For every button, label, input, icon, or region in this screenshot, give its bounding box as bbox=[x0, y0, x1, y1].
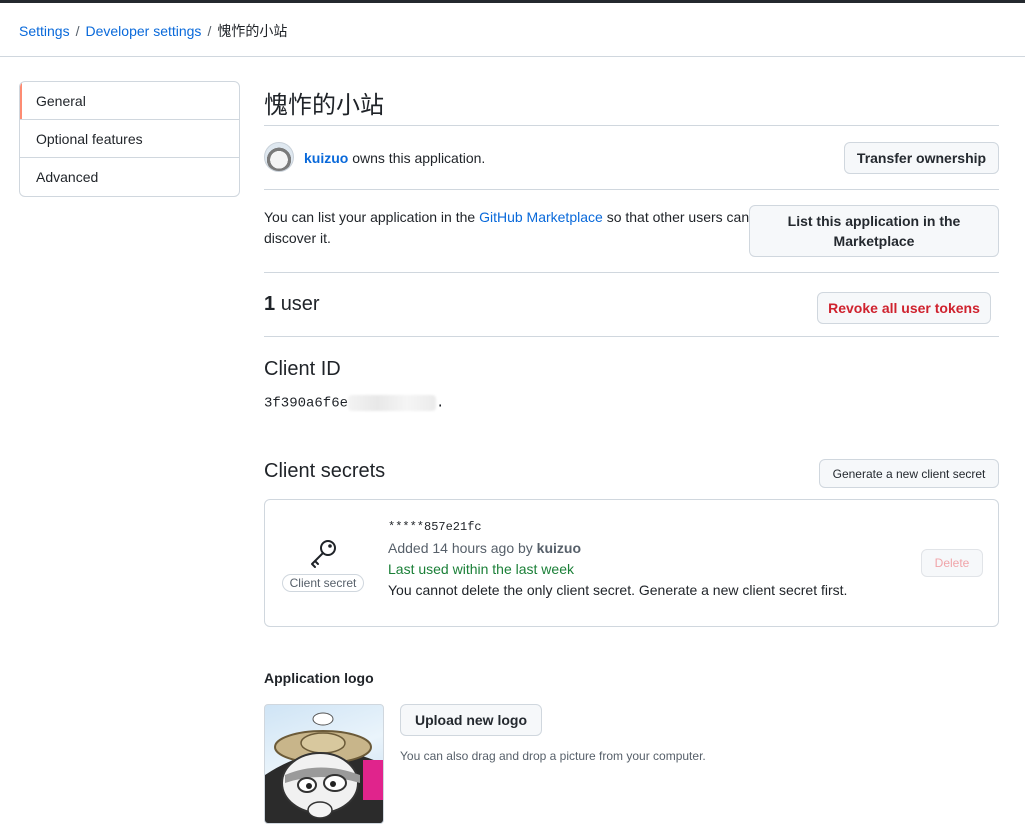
divider bbox=[264, 336, 999, 337]
client-id-value: 3f390a6f6e. bbox=[264, 395, 444, 412]
secret-added-user: kuizuo bbox=[536, 540, 582, 556]
redacted-area bbox=[348, 395, 437, 411]
top-border bbox=[0, 0, 1025, 3]
breadcrumb-developer-settings-link[interactable]: Developer settings bbox=[85, 23, 201, 39]
divider bbox=[264, 189, 999, 190]
header-divider bbox=[0, 56, 1025, 57]
client-secrets-heading: Client secrets bbox=[264, 460, 386, 482]
generate-client-secret-button[interactable]: Generate a new client secret bbox=[819, 459, 999, 488]
client-secret-badge: Client secret bbox=[281, 536, 365, 592]
client-id-heading: Client ID bbox=[264, 358, 341, 380]
divider bbox=[264, 125, 999, 126]
owner-suffix: owns this application. bbox=[352, 150, 486, 166]
key-icon bbox=[311, 540, 336, 568]
secret-added-text: Added 14 hours ago by bbox=[388, 540, 533, 556]
marketplace-description: You can list your application in the Git… bbox=[264, 207, 754, 249]
marketplace-text-before: You can list your application in the bbox=[264, 209, 476, 225]
breadcrumb-current: 愧怍的小站 bbox=[217, 23, 288, 39]
logo-upload-hint: You can also drag and drop a picture fro… bbox=[400, 749, 706, 763]
secret-added-info: Added 14 hours ago by kuizuo bbox=[388, 540, 847, 556]
github-marketplace-link[interactable]: GitHub Marketplace bbox=[479, 209, 603, 225]
breadcrumb: Settings / Developer settings / 愧怍的小站 bbox=[19, 21, 287, 41]
owner-text: kuizuo owns this application. bbox=[304, 150, 485, 166]
list-in-marketplace-button[interactable]: List this application in the Marketplace bbox=[749, 205, 999, 257]
breadcrumb-separator: / bbox=[75, 23, 80, 39]
upload-new-logo-button[interactable]: Upload new logo bbox=[400, 704, 542, 736]
application-logo-heading: Application logo bbox=[264, 670, 374, 686]
revoke-all-user-tokens-button[interactable]: Revoke all user tokens bbox=[817, 292, 991, 324]
delete-secret-button[interactable]: Delete bbox=[921, 549, 983, 577]
sidebar-item-general[interactable]: General bbox=[20, 82, 239, 120]
client-id-text: 3f390a6f6e bbox=[264, 395, 349, 412]
logo-illustration bbox=[265, 712, 383, 823]
owner-avatar[interactable] bbox=[264, 142, 294, 172]
transfer-ownership-button[interactable]: Transfer ownership bbox=[844, 142, 999, 174]
sidebar-item-advanced[interactable]: Advanced bbox=[20, 158, 239, 196]
page-title: 愧怍的小站 bbox=[264, 92, 384, 119]
divider bbox=[264, 272, 999, 273]
breadcrumb-separator: / bbox=[207, 23, 212, 39]
owner-user-link[interactable]: kuizuo bbox=[304, 150, 348, 166]
sidebar-item-optional-features[interactable]: Optional features bbox=[20, 120, 239, 158]
breadcrumb-settings-link[interactable]: Settings bbox=[19, 23, 70, 39]
secret-last-used: Last used within the last week bbox=[388, 561, 574, 577]
settings-sidebar: General Optional features Advanced bbox=[19, 81, 240, 197]
client-secret-details: *****857e21fc Added 14 hours ago by kuiz… bbox=[388, 520, 847, 598]
application-logo-image bbox=[264, 704, 384, 824]
client-secret-item: Client secret *****857e21fc Added 14 hou… bbox=[264, 499, 999, 627]
user-count-label: user bbox=[280, 293, 320, 315]
user-count-number: 1 bbox=[264, 293, 276, 315]
client-id-suffix: . bbox=[436, 395, 445, 412]
client-secret-label: Client secret bbox=[281, 574, 365, 592]
secret-delete-warning: You cannot delete the only client secret… bbox=[388, 582, 848, 598]
masked-secret: *****857e21fc bbox=[388, 520, 482, 534]
user-count: 1 user bbox=[264, 293, 320, 316]
